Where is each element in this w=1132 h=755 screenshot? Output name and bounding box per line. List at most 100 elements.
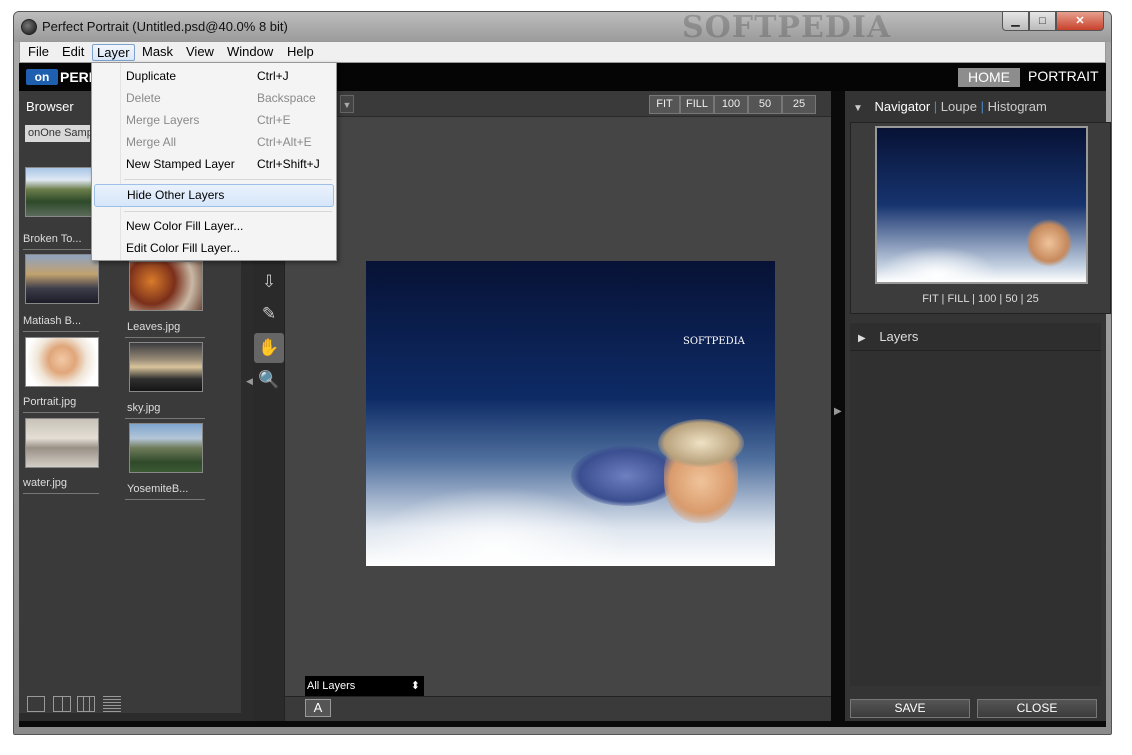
layers-list [850,351,1101,686]
divider [125,499,205,500]
zoom-100-button[interactable]: 100 [714,95,748,114]
navigator-header: ▼ Navigator | Loupe | Histogram [853,99,1047,114]
divider [23,331,99,332]
layers-title: Layers [879,329,919,344]
layers-header[interactable]: ▶ Layers [850,323,1101,351]
image-figure-hair [658,419,744,467]
collapse-left-icon[interactable]: ◀ [246,376,253,387]
home-button[interactable]: HOME [958,68,1020,87]
canvas-bottom-bar: A [285,696,831,721]
pin-icon: ⇩ [261,272,277,291]
thumbnail-broken-top[interactable] [25,167,99,217]
menu-help[interactable]: Help [283,44,318,61]
image-logo-text: SOFTPEDIA [683,336,745,347]
menu-item-shortcut: Ctrl+J [257,69,289,83]
menu-item-duplicate[interactable]: Duplicate Ctrl+J [94,66,334,87]
tab-separator: | [933,99,941,114]
menu-item-shortcut: Ctrl+E [257,113,291,127]
layer-select[interactable]: All Layers ⬍ [305,676,424,696]
minimize-button[interactable]: ▁ [1002,12,1029,31]
desktop: Perfect Portrait (Untitled.psd@40.0% 8 b… [0,0,1132,755]
minimize-icon: ▁ [1011,15,1020,27]
portrait-label: PORTRAIT [1028,68,1099,84]
menu-item-edit-color-fill-layer[interactable]: Edit Color Fill Layer... [94,238,334,259]
thumbnail-matiash[interactable] [25,254,99,304]
navigator-preview[interactable] [875,126,1088,284]
hand-icon: ✋ [258,338,280,357]
thumbnail-portrait[interactable] [25,337,99,387]
menu-item-new-stamped-layer[interactable]: New Stamped Layer Ctrl+Shift+J [94,154,334,175]
browser-tab[interactable]: Browser [26,99,74,114]
close-icon: ✕ [1075,15,1085,27]
layer-menu-dropdown: Duplicate Ctrl+J Delete Backspace Merge La… [91,62,337,261]
menu-item-label: Delete [126,91,161,105]
divider [23,493,99,494]
menu-item-label: Edit Color Fill Layer... [126,241,241,255]
brush-tool[interactable]: ✎ [254,299,284,329]
thumbnail-label: Leaves.jpg [127,321,181,333]
main-image[interactable]: SOFTPEDIA [366,261,775,566]
brush-icon: ✎ [261,304,277,323]
menu-view[interactable]: View [182,44,218,61]
expand-arrow-icon: ▶ [858,333,866,344]
hand-tool[interactable]: ✋ [254,333,284,363]
view-single-button[interactable] [27,696,45,712]
zoom-fit-button[interactable]: FIT [649,95,680,114]
expand-arrow-icon[interactable]: ▼ [853,103,863,114]
tab-loupe[interactable]: Loupe [941,99,977,114]
canvas-dropdown[interactable]: ▼ [340,95,354,113]
menu-item-shortcut: Backspace [257,91,316,105]
menu-edit[interactable]: Edit [58,44,88,61]
navigator-zoom-options[interactable]: FIT | FILL | 100 | 50 | 25 [851,293,1110,305]
menu-bar: File Edit Layer Mask View Window Help [19,41,1106,63]
thumbnail-leaves[interactable] [129,261,203,311]
menu-window[interactable]: Window [223,44,277,61]
zoom-fill-button[interactable]: FILL [680,95,714,114]
a-button[interactable]: A [305,699,331,717]
view-three-column-button[interactable] [77,696,95,712]
tab-separator: | [980,99,988,114]
thumbnail-label: Broken To... [23,233,82,245]
divider [23,249,99,250]
menu-separator [124,211,332,212]
thumbnail-label: sky.jpg [127,402,161,414]
right-panel: ▼ Navigator | Loupe | Histogram FIT | FI… [845,91,1111,721]
magnifier-icon: 🔍 [258,370,280,389]
menu-item-shortcut: Ctrl+Shift+J [257,157,320,171]
close-button[interactable]: CLOSE [977,699,1097,718]
app-icon [21,19,37,35]
menu-layer[interactable]: Layer [92,44,135,61]
browser-folder-select[interactable]: onOne Samp [25,125,90,142]
tab-navigator[interactable]: Navigator [875,99,931,114]
thumbnail-yosemite[interactable] [129,423,203,473]
zoom-50-button[interactable]: 50 [748,95,782,114]
zoom-tool[interactable]: 🔍 [254,365,284,395]
onone-logo: on [26,69,58,85]
divider [125,418,205,419]
menu-file[interactable]: File [24,44,53,61]
navigator-box: FIT | FILL | 100 | 50 | 25 [850,122,1111,314]
menu-item-new-color-fill-layer[interactable]: New Color Fill Layer... [94,216,334,237]
select-arrows-icon: ⬍ [410,680,420,692]
zoom-25-button[interactable]: 25 [782,95,816,114]
preview-glow [877,246,997,282]
menu-separator [124,179,332,180]
maximize-button[interactable]: □ [1029,12,1056,31]
save-button[interactable]: SAVE [850,699,970,718]
close-window-button[interactable]: ✕ [1056,12,1104,31]
thumbnail-sky[interactable] [129,342,203,392]
menu-mask[interactable]: Mask [138,44,177,61]
view-list-button[interactable] [103,696,121,712]
pin-tool[interactable]: ⇩ [254,267,284,297]
tab-histogram[interactable]: Histogram [988,99,1047,114]
canvas-area: ▼ FIT FILL 100 50 25 SOFTPEDIA All Layer… [285,91,831,721]
menu-item-merge-layers: Merge Layers Ctrl+E [94,110,334,131]
right-splitter[interactable]: ▶ [831,91,845,721]
collapse-right-icon[interactable]: ▶ [834,406,842,417]
menu-item-label: Duplicate [126,69,177,83]
view-two-column-button[interactable] [53,696,71,712]
menu-item-label: Hide Other Layers [127,188,225,202]
thumbnail-water[interactable] [25,418,99,468]
menu-item-hide-other-layers[interactable]: Hide Other Layers [94,184,334,207]
maximize-icon: □ [1039,15,1046,27]
